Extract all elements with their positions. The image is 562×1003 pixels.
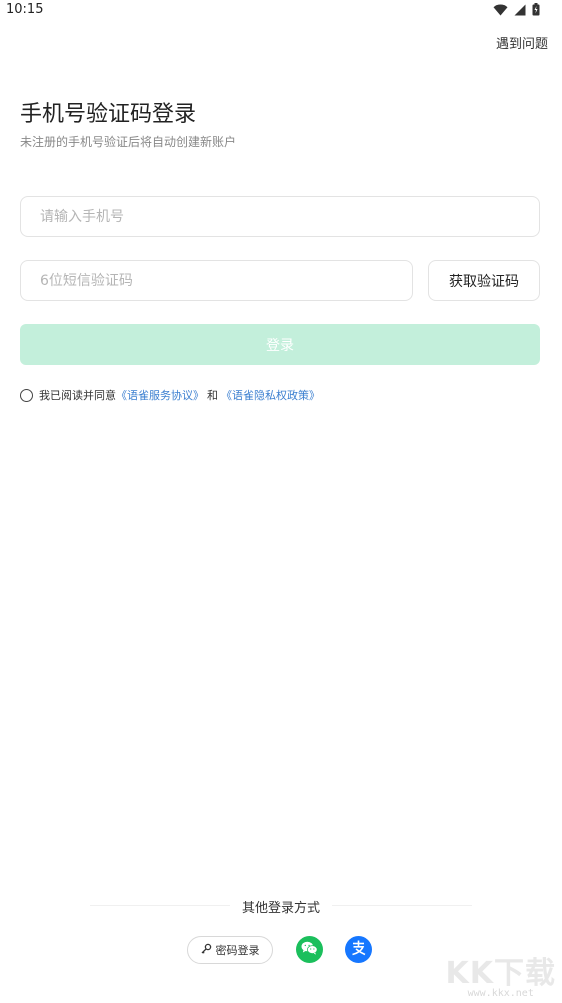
- agreement-radio[interactable]: [20, 388, 33, 402]
- key-icon: [201, 943, 212, 957]
- help-link[interactable]: 遇到问题: [496, 33, 548, 52]
- phone-input[interactable]: [21, 197, 539, 236]
- watermark-logo: KK下载: [445, 956, 556, 991]
- status-icons: [493, 3, 540, 16]
- agreement-row: 我已阅读并同意 《语雀服务协议》 和 《语雀隐私权政策》: [20, 387, 320, 403]
- sms-code-field[interactable]: [20, 260, 413, 301]
- service-agreement-link[interactable]: 《语雀服务协议》: [116, 387, 204, 403]
- battery-icon: [532, 3, 540, 16]
- other-login-title: 其他登录方式: [241, 901, 320, 916]
- signal-icon: [514, 4, 526, 16]
- password-login-label: 密码登录: [215, 944, 260, 957]
- status-time: 10:15: [6, 2, 44, 17]
- wifi-icon: [493, 4, 508, 16]
- password-login-button[interactable]: 密码登录: [187, 936, 273, 964]
- watermark: KK下载 www.kkx.net: [446, 948, 557, 999]
- agreement-prefix: 我已阅读并同意: [39, 389, 116, 402]
- get-code-button[interactable]: 获取验证码: [428, 260, 540, 301]
- login-button[interactable]: 登录: [20, 324, 540, 365]
- wechat-icon: [301, 940, 318, 959]
- other-login-header: 其他登录方式: [0, 897, 562, 917]
- phone-field[interactable]: [20, 196, 540, 237]
- alipay-login-button[interactable]: [345, 936, 372, 963]
- privacy-policy-link[interactable]: 《语雀隐私权政策》: [221, 387, 320, 403]
- divider: [332, 905, 472, 906]
- page-subtitle: 未注册的手机号验证后将自动创建新账户: [20, 135, 237, 149]
- alipay-icon: [350, 939, 367, 960]
- agreement-conjunction: 和: [207, 389, 218, 402]
- page-title: 手机号验证码登录: [20, 102, 197, 127]
- status-bar: 10:15: [0, 0, 562, 22]
- wechat-login-button[interactable]: [296, 936, 323, 963]
- sms-code-input[interactable]: [21, 261, 412, 300]
